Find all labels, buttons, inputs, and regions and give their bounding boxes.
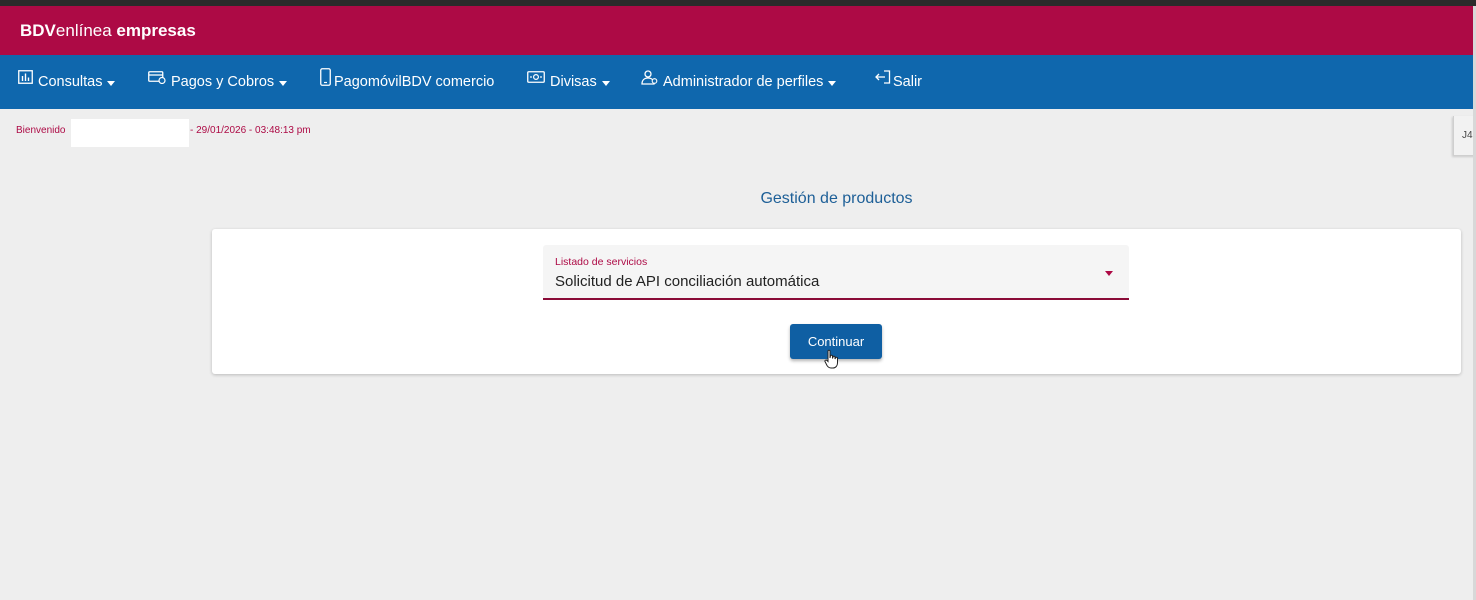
nav-item-administrador-de-perfiles[interactable]: Administrador de perfiles [641,55,837,109]
app-window: BDVenlínea empresas Consultas Pagos y Co… [0,6,1476,600]
users-icon [641,69,658,89]
mobile-phone-icon [320,68,331,90]
main-navigation: Consultas Pagos y Cobros PagomóvilBDV co… [0,55,1476,109]
nav-item-pagomovil-label: PagomóvilBDV comercio [334,74,495,90]
services-select-value: Solicitud de API conciliación automática [555,273,820,290]
hand-pointer-cursor-icon [824,349,840,369]
welcome-label: Bienvenido [16,125,66,136]
services-select[interactable]: Listado de servicios Solicitud de API co… [543,245,1129,300]
nav-item-administrador-label: Administrador de perfiles [663,74,824,90]
nav-item-salir[interactable]: Salir [875,55,922,109]
redacted-username [71,119,189,147]
nav-item-salir-label: Salir [893,74,923,90]
banknote-icon [527,71,545,87]
side-tab-label: J4 [1462,130,1473,141]
chart-icon [18,70,33,88]
logout-icon [875,70,891,88]
nav-item-consultas-label: Consultas [38,74,103,90]
payment-card-icon [148,70,166,88]
chevron-down-icon [279,80,288,86]
nav-item-consultas[interactable]: Consultas [18,55,116,109]
chevron-down-icon [601,80,610,86]
brand-logo-part-1: BDV [20,21,56,40]
nav-item-pagos-y-cobros[interactable]: Pagos y Cobros [148,55,288,109]
page-title: Gestión de productos [760,190,913,207]
chevron-down-icon [107,80,116,86]
brand-logo-part-3: empresas [111,21,196,40]
brand-logo[interactable]: BDVenlínea empresas [20,21,196,41]
chevron-down-icon[interactable] [1105,271,1113,276]
services-select-label: Listado de servicios [555,256,648,268]
brand-logo-part-2: enlínea [55,21,112,40]
nav-item-pagomovil[interactable]: PagomóvilBDV comercio [320,55,494,109]
session-datetime: - 29/01/2026 - 03:48:13 pm [190,125,311,136]
brand-header: BDVenlínea empresas [0,6,1476,55]
nav-item-divisas-label: Divisas [550,74,597,90]
nav-item-pagos-y-cobros-label: Pagos y Cobros [171,74,275,90]
nav-item-divisas[interactable]: Divisas [527,55,610,109]
chevron-down-icon [828,80,837,86]
